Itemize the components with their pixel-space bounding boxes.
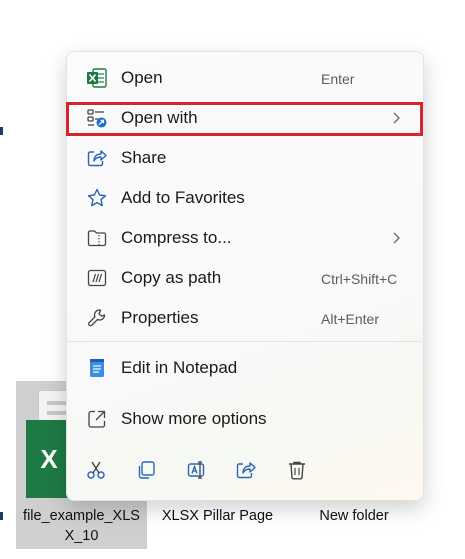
delete-button[interactable] [283, 456, 311, 484]
zip-folder-icon [86, 227, 108, 249]
menu-item-show-more-options[interactable]: Show more options [71, 401, 419, 437]
edge-mark [0, 512, 3, 520]
excel-icon [86, 67, 108, 89]
menu-item-label: Add to Favorites [121, 188, 245, 207]
file-label-line1: file_example_XLS [23, 508, 140, 524]
rename-button[interactable] [183, 456, 211, 484]
menu-item-label: Copy as path [121, 268, 222, 287]
desktop-file-xlsx-pillar-page[interactable]: XLSX Pillar Page [150, 506, 285, 526]
star-icon [86, 187, 108, 209]
file-label-line1: XLSX Pillar Page [161, 508, 274, 524]
share-icon [236, 462, 256, 479]
menu-item-compress-to[interactable]: Compress to... [71, 220, 419, 256]
delete-icon [289, 461, 305, 480]
menu-item-properties[interactable]: Properties Alt+Enter [71, 300, 419, 336]
edge-mark [0, 127, 3, 135]
menu-item-label: Properties [121, 308, 199, 327]
menu-item-shortcut: Enter [321, 71, 355, 87]
share-icon [86, 147, 108, 169]
menu-item-share[interactable]: Share [71, 140, 419, 176]
copy-icon [138, 461, 155, 479]
file-label: file_example_XLS X_10 [16, 506, 147, 546]
file-label-line1: New folder [319, 508, 389, 524]
chevron-right-icon [390, 229, 404, 247]
menu-item-open[interactable]: Open Enter [71, 60, 419, 96]
copy-path-icon [86, 267, 108, 289]
rename-icon [187, 461, 205, 479]
menu-item-label: Share [121, 148, 167, 167]
menu-item-shortcut: Alt+Enter [321, 311, 379, 327]
copy-button[interactable] [132, 456, 160, 484]
menu-item-edit-in-notepad[interactable]: Edit in Notepad [71, 350, 419, 386]
notepad-icon [86, 357, 108, 379]
menu-item-label: Compress to... [121, 228, 232, 247]
menu-item-label: Edit in Notepad [121, 358, 238, 377]
menu-item-add-to-favorites[interactable]: Add to Favorites [71, 180, 419, 216]
desktop-folder-new-folder[interactable]: New folder [300, 506, 408, 526]
show-more-icon [86, 408, 108, 430]
cut-icon [87, 461, 105, 479]
highlight-annotation [66, 102, 423, 136]
cut-button[interactable] [82, 456, 110, 484]
menu-item-label: Show more options [121, 409, 267, 428]
share-button[interactable] [232, 456, 260, 484]
menu-item-shortcut: Ctrl+Shift+C [321, 271, 398, 287]
file-label-line2: X_10 [64, 528, 99, 544]
wrench-icon [86, 307, 108, 329]
menu-separator [66, 341, 422, 342]
menu-item-copy-as-path[interactable]: Copy as path Ctrl+Shift+C [71, 260, 419, 296]
menu-item-label: Open [121, 68, 163, 87]
